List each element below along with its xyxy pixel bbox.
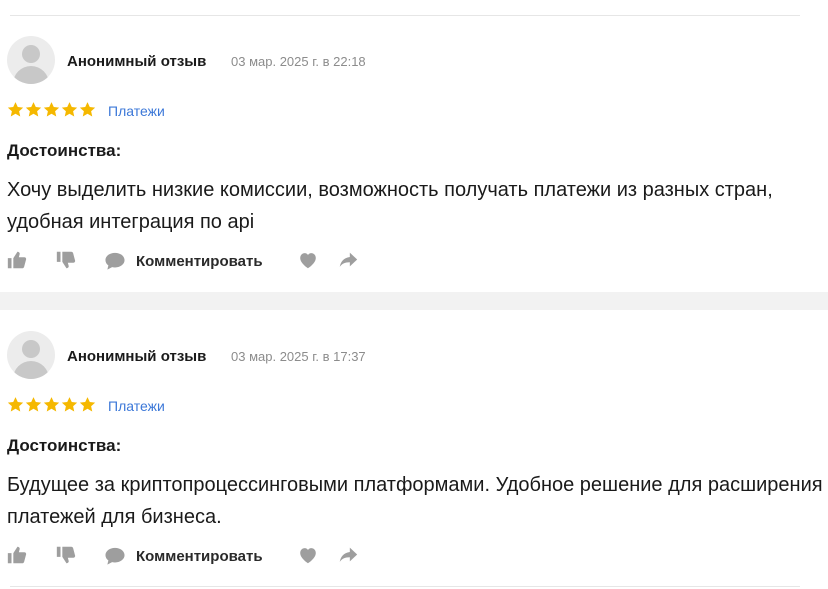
star-icon xyxy=(25,102,42,117)
comment-button[interactable]: Комментировать xyxy=(104,249,263,273)
avatar xyxy=(7,331,55,379)
star-icon xyxy=(79,397,96,412)
review-author: Анонимный отзыв xyxy=(67,348,207,365)
comment-icon xyxy=(105,252,125,270)
star-icon xyxy=(61,102,78,117)
star-icon xyxy=(61,397,78,412)
star-icon xyxy=(25,397,42,412)
star-icon xyxy=(7,397,24,412)
pros-heading: Достоинства: xyxy=(7,436,122,455)
bottom-divider xyxy=(10,586,800,587)
heart-icon[interactable] xyxy=(297,249,319,271)
category-link[interactable]: Платежи xyxy=(108,398,165,414)
thumbs-up-icon[interactable] xyxy=(6,544,28,566)
review-text: Хочу выделить низкие комиссии, возможнос… xyxy=(7,179,773,233)
thumbs-up-icon[interactable] xyxy=(6,249,28,271)
review-author: Анонимный отзыв xyxy=(67,53,207,70)
heart-icon[interactable] xyxy=(297,544,319,566)
top-divider xyxy=(10,15,800,16)
review-date: 03 мар. 2025 г. в 17:37 xyxy=(231,349,366,364)
star-rating xyxy=(7,396,96,414)
comment-button[interactable]: Комментировать xyxy=(104,544,263,568)
thumbs-down-icon[interactable] xyxy=(55,544,77,566)
star-icon xyxy=(79,102,96,117)
comment-label: Комментировать xyxy=(136,547,263,565)
review-actions: Комментировать xyxy=(0,544,828,568)
avatar xyxy=(7,36,55,84)
review-date: 03 мар. 2025 г. в 22:18 xyxy=(231,54,366,69)
pros-heading: Достоинства: xyxy=(7,141,122,160)
star-icon xyxy=(43,102,60,117)
review-text: Будущее за криптопроцессинговыми платфор… xyxy=(7,474,823,528)
share-icon[interactable] xyxy=(337,544,359,566)
review-separator xyxy=(0,292,828,310)
category-link[interactable]: Платежи xyxy=(108,103,165,119)
comment-icon xyxy=(105,547,125,565)
star-icon xyxy=(7,102,24,117)
review-actions: Комментировать xyxy=(0,249,828,273)
comment-label: Комментировать xyxy=(136,252,263,270)
star-rating xyxy=(7,101,96,119)
thumbs-down-icon[interactable] xyxy=(55,249,77,271)
share-icon[interactable] xyxy=(337,249,359,271)
star-icon xyxy=(43,397,60,412)
